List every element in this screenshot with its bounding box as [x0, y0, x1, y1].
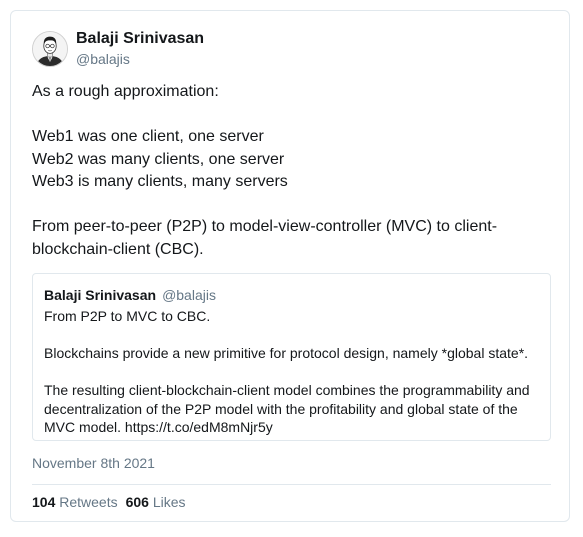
- avatar[interactable]: [32, 31, 68, 67]
- retweets-stat[interactable]: 104 Retweets: [32, 494, 118, 510]
- author-name[interactable]: Balaji Srinivasan: [76, 30, 204, 48]
- quoted-line: The resulting client-blockchain-client m…: [44, 382, 530, 398]
- likes-label: Likes: [152, 494, 186, 510]
- tweet-stats: 104 Retweets 606 Likes: [32, 494, 194, 510]
- tweet-line: Web2 was many clients, one server: [32, 150, 285, 168]
- tweet-line: blockchain-client (CBC).: [32, 240, 204, 258]
- tweet-line: Web1 was one client, one server: [32, 128, 264, 145]
- tweet-line: Web3 is many clients, many servers: [32, 173, 288, 190]
- quoted-tweet-header: Balaji Srinivasan @balajis: [44, 287, 216, 303]
- quoted-tweet[interactable]: Balaji Srinivasan @balajis From P2P to MV…: [32, 273, 551, 441]
- likes-stat[interactable]: 606 Likes: [126, 494, 186, 510]
- tweet-date[interactable]: November 8th 2021: [32, 455, 155, 471]
- tweet-line: As a rough approximation:: [32, 83, 219, 100]
- quoted-author-handle[interactable]: @balajis: [162, 287, 216, 303]
- avatar-portrait-icon: [33, 32, 67, 66]
- quoted-line: decentralization of the P2P model with t…: [44, 400, 518, 417]
- quoted-line: From P2P to MVC to CBC.: [44, 308, 211, 324]
- likes-count: 606: [125, 494, 149, 510]
- author-handle[interactable]: @balajis: [76, 51, 130, 67]
- divider: [32, 484, 551, 485]
- quoted-author-name[interactable]: Balaji Srinivasan: [44, 287, 156, 303]
- retweets-count: 104: [32, 494, 56, 510]
- retweets-label: Retweets: [59, 494, 118, 510]
- quoted-line: Blockchains provide a new primitive for …: [44, 345, 529, 361]
- tweet-line: From peer-to-peer (P2P) to model-view-co…: [32, 218, 498, 235]
- quoted-line: MVC model. https://t.co/edM8mNjr5y: [44, 419, 273, 435]
- tweet-text: As a rough approximation: Web1 was one c…: [32, 81, 552, 261]
- quoted-tweet-text: From P2P to MVC to CBC. Blockchains prov…: [44, 307, 544, 437]
- tweet-card: Balaji Srinivasan @balajis As a rough ap…: [10, 10, 570, 522]
